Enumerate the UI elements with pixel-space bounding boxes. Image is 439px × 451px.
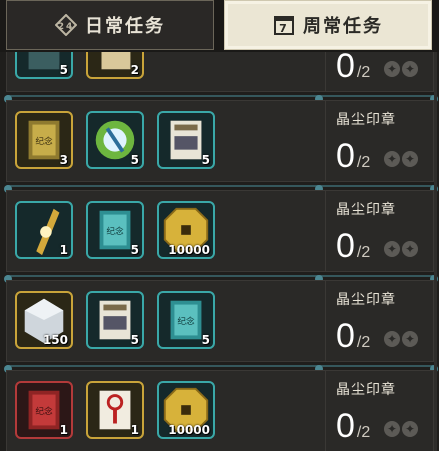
reward-item[interactable]: 10000 (157, 201, 215, 259)
progress-current: 0 (336, 137, 355, 175)
item-quantity: 5 (130, 153, 139, 167)
reward-item[interactable]: 5 (86, 111, 144, 169)
progress-current: 0 (336, 317, 355, 355)
svg-text:纪念: 纪念 (35, 405, 53, 417)
weekly-task-list[interactable]: 5 2 0/2 ✦ ✦ 纪念 3 5 5 晶尘印章 0/2 ✦ ✦ 1 纪念 5 10000 晶尘印章 0/2 ✦ ✦ 1… (0, 52, 439, 451)
star-rating: ✦ ✦ (384, 151, 418, 167)
task-row: 1 纪念 5 10000 晶尘印章 0/2 ✦ ✦ (6, 190, 434, 277)
item-quantity: 5 (130, 333, 139, 347)
item-quantity: 150 (42, 333, 68, 347)
reward-items: 纪念 3 5 5 (15, 111, 215, 169)
progress-current: 0 (336, 227, 355, 265)
daily-emblem-icon: 24 (55, 14, 77, 36)
task-row: 纪念 1 1 10000 晶尘印章 0/2 ✦ ✦ (6, 370, 434, 451)
svg-text:纪念: 纪念 (35, 135, 53, 147)
star-icon: ✦ (402, 61, 418, 77)
svg-text:纪念: 纪念 (106, 225, 124, 237)
reward-label: 晶尘印章 (336, 202, 396, 218)
reward-item[interactable]: 纪念 1 (15, 381, 73, 439)
tab-daily-label: 日常任务 (85, 16, 165, 37)
reward-item[interactable]: 2 (86, 52, 144, 79)
reward-item[interactable]: 5 (86, 291, 144, 349)
reward-item[interactable]: 5 (157, 111, 215, 169)
progress-total: /2 (356, 424, 371, 441)
reward-item[interactable]: 纪念 3 (15, 111, 73, 169)
reward-item[interactable]: 150 (15, 291, 73, 349)
item-quantity: 1 (130, 423, 139, 437)
progress-count: 0/2 (336, 317, 370, 356)
star-rating: ✦ ✦ (384, 241, 418, 257)
star-icon: ✦ (384, 61, 400, 77)
reward-items: 52 (15, 52, 144, 79)
reward-item[interactable]: 5 (15, 52, 73, 79)
calendar-7-icon: 7 (273, 14, 295, 36)
svg-text:24: 24 (58, 22, 75, 32)
list-scroll-edge (434, 52, 437, 451)
task-progress: 0/2 ✦ ✦ (325, 52, 433, 91)
item-quantity: 10000 (168, 243, 210, 257)
star-rating: ✦ ✦ (384, 61, 418, 77)
reward-item[interactable]: 1 (86, 381, 144, 439)
progress-count: 0/2 (336, 227, 370, 266)
tab-daily-tasks[interactable]: 24 日常任务 (6, 0, 214, 50)
item-quantity: 5 (130, 243, 139, 257)
progress-total: /2 (356, 64, 371, 81)
star-icon: ✦ (384, 151, 400, 167)
progress-current: 0 (336, 407, 355, 445)
reward-item[interactable]: 纪念 5 (86, 201, 144, 259)
item-quantity: 1 (59, 423, 68, 437)
task-row: 5 2 0/2 ✦ ✦ (6, 52, 434, 97)
progress-count: 0/2 (336, 137, 370, 176)
progress-total: /2 (356, 154, 371, 171)
task-progress: 晶尘印章 0/2 ✦ ✦ (325, 191, 433, 271)
item-quantity: 5 (201, 153, 210, 167)
item-quantity: 3 (59, 153, 68, 167)
task-progress: 晶尘印章 0/2 ✦ ✦ (325, 281, 433, 361)
item-quantity: 1 (59, 243, 68, 257)
reward-label: 晶尘印章 (336, 112, 396, 128)
star-icon: ✦ (384, 331, 400, 347)
reward-label: 晶尘印章 (336, 382, 396, 398)
reward-items: 1 纪念 5 10000 (15, 201, 215, 259)
progress-current: 0 (336, 52, 355, 85)
progress-total: /2 (356, 334, 371, 351)
task-tabs: 24 日常任务 7 周常任务 (0, 0, 439, 52)
reward-label: 晶尘印章 (336, 292, 396, 308)
progress-total: /2 (356, 244, 371, 261)
star-rating: ✦ ✦ (384, 421, 418, 437)
item-quantity: 10000 (168, 423, 210, 437)
reward-items: 纪念 1 1 10000 (15, 381, 215, 439)
task-row: 150 5 纪念 5 晶尘印章 0/2 ✦ ✦ (6, 280, 434, 367)
star-icon: ✦ (384, 421, 400, 437)
reward-item[interactable]: 纪念 5 (157, 291, 215, 349)
star-icon: ✦ (402, 151, 418, 167)
item-quantity: 2 (130, 63, 139, 77)
reward-item[interactable]: 10000 (157, 381, 215, 439)
star-icon: ✦ (402, 421, 418, 437)
reward-items: 150 5 纪念 5 (15, 291, 215, 349)
reward-item[interactable]: 1 (15, 201, 73, 259)
star-icon: ✦ (402, 241, 418, 257)
item-quantity: 5 (201, 333, 210, 347)
task-progress: 晶尘印章 0/2 ✦ ✦ (325, 101, 433, 181)
progress-count: 0/2 (336, 52, 370, 86)
task-row: 纪念 3 5 5 晶尘印章 0/2 ✦ ✦ (6, 100, 434, 187)
star-icon: ✦ (402, 331, 418, 347)
progress-count: 0/2 (336, 407, 370, 446)
tab-weekly-tasks[interactable]: 7 周常任务 (224, 0, 432, 50)
svg-text:7: 7 (279, 22, 289, 35)
star-icon: ✦ (384, 241, 400, 257)
item-quantity: 5 (59, 63, 68, 77)
star-rating: ✦ ✦ (384, 331, 418, 347)
task-progress: 晶尘印章 0/2 ✦ ✦ (325, 371, 433, 451)
tab-weekly-label: 周常任务 (303, 16, 383, 37)
svg-text:纪念: 纪念 (177, 315, 195, 327)
